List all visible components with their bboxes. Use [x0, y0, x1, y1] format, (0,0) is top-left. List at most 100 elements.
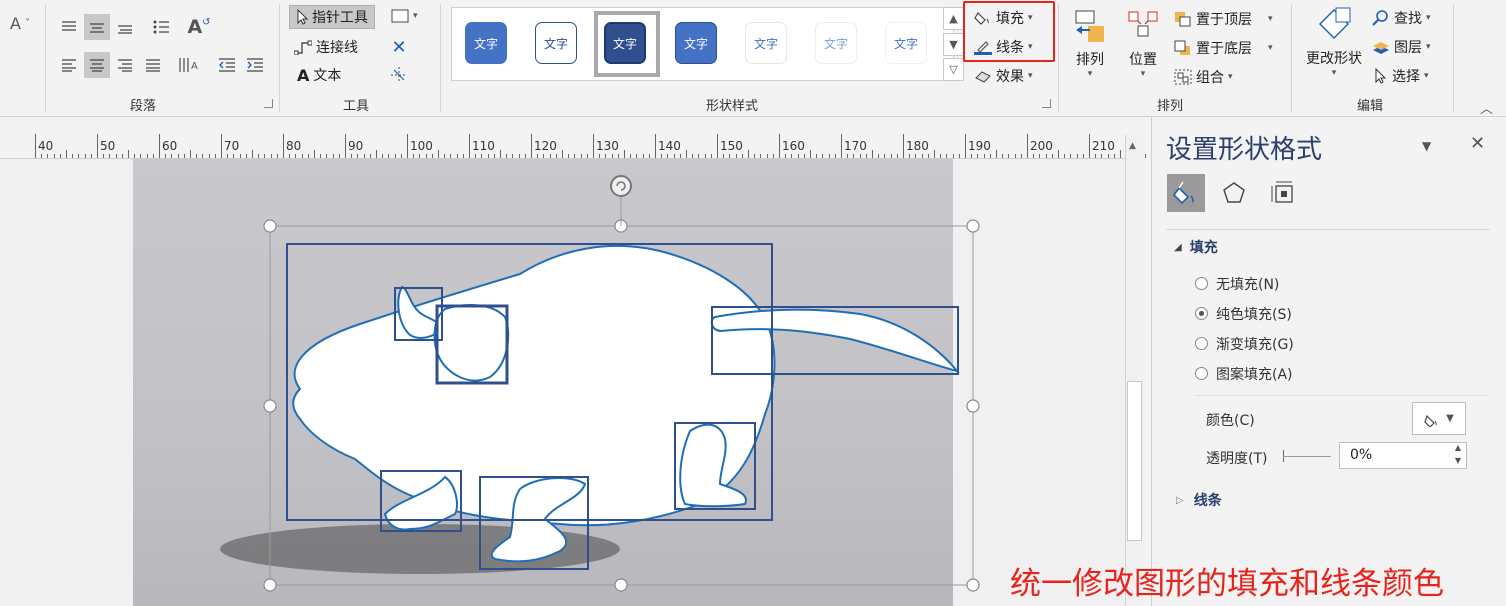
- transparency-slider[interactable]: [1281, 447, 1331, 465]
- style-tile[interactable]: 文字: [535, 22, 577, 64]
- ruler-minor-tick: [500, 150, 501, 158]
- ruler-minor-tick: [679, 154, 681, 158]
- change-shape-button[interactable]: 更改形状 ▾: [1300, 6, 1368, 88]
- resize-handle[interactable]: [966, 578, 980, 592]
- increase-indent-icon[interactable]: [242, 52, 268, 78]
- spinner-down-icon[interactable]: ▼: [1455, 456, 1461, 465]
- ruler-minor-tick: [388, 154, 390, 158]
- ruler-major-tick: [283, 134, 284, 158]
- position-button[interactable]: 位置 ▾: [1123, 8, 1163, 88]
- style-tile[interactable]: 文字: [675, 22, 717, 64]
- bullet-list-icon[interactable]: [148, 14, 174, 40]
- vertical-scrollbar[interactable]: ▲: [1125, 135, 1143, 606]
- style-tile[interactable]: 文字: [815, 22, 857, 64]
- radio-button[interactable]: [1195, 337, 1208, 350]
- fill-option-gradient[interactable]: 渐变填充(G): [1195, 334, 1395, 354]
- vertical-text-icon[interactable]: A: [176, 52, 202, 78]
- select-button[interactable]: 选择 ▾: [1374, 66, 1429, 86]
- fill-button[interactable]: 填充 ▾: [974, 8, 1033, 28]
- resize-handle[interactable]: [263, 399, 277, 413]
- align-left-icon[interactable]: [56, 52, 82, 78]
- pointer-tool-button[interactable]: 指针工具: [289, 5, 375, 29]
- resize-handle[interactable]: [966, 219, 980, 233]
- font-size-icon[interactable]: A ˅: [10, 14, 30, 33]
- decrease-indent-icon[interactable]: [214, 52, 240, 78]
- gallery-up-arrow-icon[interactable]: ▲: [943, 7, 964, 30]
- scroll-thumb[interactable]: [1127, 381, 1142, 541]
- ruler-minor-tick: [661, 154, 663, 158]
- connector-button[interactable]: 连接线: [294, 37, 358, 57]
- radio-button[interactable]: [1195, 277, 1208, 290]
- group-button[interactable]: 组合 ▾: [1174, 67, 1233, 87]
- collapse-ribbon-icon[interactable]: ︿: [1480, 98, 1493, 117]
- text-direction-icon[interactable]: A ↺: [186, 14, 212, 40]
- ruler-minor-tick: [1033, 154, 1035, 158]
- line-button[interactable]: 线条 ▾: [974, 37, 1033, 57]
- bring-to-front-button[interactable]: 置于顶层 ▾: [1174, 9, 1273, 29]
- text-tool-button[interactable]: A 文本: [297, 65, 341, 85]
- line-section-header[interactable]: ▷ 线条: [1176, 490, 1222, 510]
- align-top-left-icon[interactable]: [56, 14, 82, 40]
- arrange-button[interactable]: 排列 ▾: [1070, 8, 1110, 88]
- fill-label: 填充: [996, 11, 1024, 27]
- ruler-minor-tick: [977, 154, 979, 158]
- ruler-minor-tick: [847, 154, 849, 158]
- pane-scrollbar[interactable]: [1492, 217, 1500, 497]
- style-tile[interactable]: 文字: [885, 22, 927, 64]
- align-top-center-icon[interactable]: [84, 14, 110, 40]
- ruler-minor-tick: [686, 150, 687, 158]
- connection-point-icon[interactable]: [386, 62, 412, 88]
- style-tile[interactable]: 文字: [745, 22, 787, 64]
- rectangle-shape-button[interactable]: ▾: [391, 9, 418, 23]
- ruler-minor-tick: [989, 154, 991, 158]
- ruler-minor-tick: [909, 154, 911, 158]
- resize-handle[interactable]: [614, 578, 628, 592]
- pane-options-dropdown-icon[interactable]: ▼: [1422, 139, 1431, 153]
- radio-button[interactable]: [1195, 367, 1208, 380]
- ruler-label: 150: [720, 139, 743, 153]
- fill-section-header[interactable]: ◢ 填充: [1174, 237, 1218, 257]
- effects-button[interactable]: 效果 ▾: [974, 66, 1033, 86]
- ruler-minor-tick: [196, 154, 198, 158]
- align-center-icon[interactable]: [84, 52, 110, 78]
- ruler-minor-tick: [171, 154, 173, 158]
- paragraph-launcher-icon[interactable]: [264, 99, 273, 108]
- fill-option-solid[interactable]: 纯色填充(S): [1195, 304, 1395, 324]
- ruler-minor-tick: [946, 154, 948, 158]
- arrange-group-label: 排列: [1157, 99, 1184, 114]
- resize-handle[interactable]: [263, 578, 277, 592]
- arrange-icon: [1075, 10, 1104, 42]
- close-icon[interactable]: ✕: [1470, 133, 1485, 154]
- align-top-right-icon[interactable]: [112, 14, 138, 40]
- fill-line-tab-icon[interactable]: [1167, 174, 1205, 212]
- ruler-minor-tick: [1101, 154, 1103, 158]
- scroll-up-arrow-icon[interactable]: ▲: [1129, 141, 1136, 151]
- ruler-minor-tick: [884, 154, 886, 158]
- size-properties-tab-icon[interactable]: [1267, 177, 1299, 209]
- effects-tab-icon[interactable]: [1218, 177, 1250, 209]
- style-tile[interactable]: 文字: [604, 22, 646, 64]
- spinner-up-icon[interactable]: ▲: [1455, 443, 1461, 452]
- gallery-down-arrow-icon[interactable]: ▼: [943, 33, 964, 56]
- rotate-handle-icon[interactable]: [610, 175, 632, 226]
- radio-button-selected[interactable]: [1195, 307, 1208, 320]
- resize-handle[interactable]: [263, 219, 277, 233]
- style-tile[interactable]: 文字: [465, 22, 507, 64]
- color-picker-button[interactable]: ▼: [1412, 402, 1466, 435]
- find-button[interactable]: 查找 ▾: [1372, 8, 1431, 28]
- drawing-canvas[interactable]: [0, 159, 1125, 606]
- gallery-more-arrow-icon[interactable]: ▽: [943, 58, 964, 81]
- ruler-minor-tick: [462, 154, 464, 158]
- line-label: 线条: [996, 40, 1024, 56]
- send-to-back-button[interactable]: 置于底层 ▾: [1174, 38, 1273, 58]
- align-right-icon[interactable]: [112, 52, 138, 78]
- layers-button[interactable]: 图层 ▾: [1372, 37, 1431, 57]
- transparency-input[interactable]: 0% ▲ ▼: [1339, 442, 1467, 469]
- fill-option-pattern[interactable]: 图案填充(A): [1195, 364, 1395, 384]
- resize-handle[interactable]: [966, 399, 980, 413]
- close-x-icon[interactable]: ✕: [386, 34, 412, 60]
- ruler-minor-tick: [617, 154, 619, 158]
- justify-icon[interactable]: [140, 52, 166, 78]
- fill-option-none[interactable]: 无填充(N): [1195, 274, 1395, 294]
- shape-styles-launcher-icon[interactable]: [1042, 99, 1051, 108]
